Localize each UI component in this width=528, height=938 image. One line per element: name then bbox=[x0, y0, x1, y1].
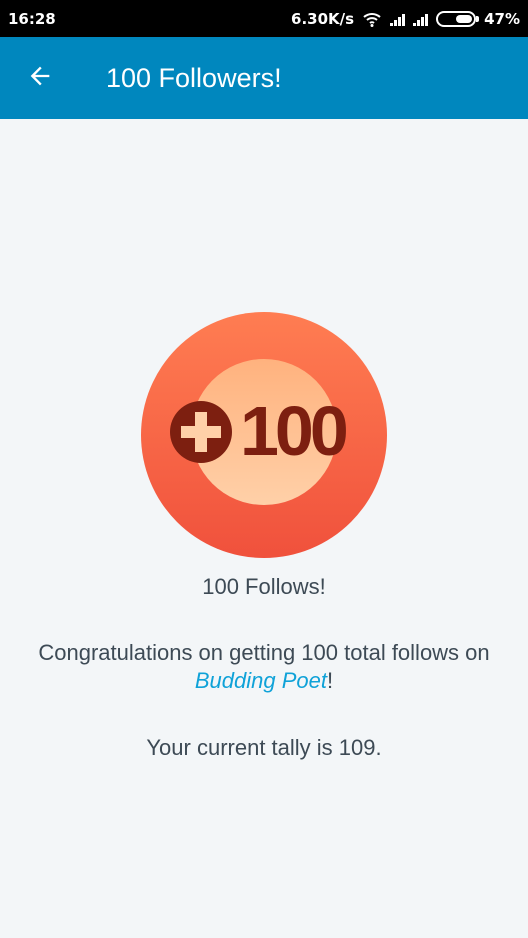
network-speed: 6.30K/s bbox=[291, 9, 355, 28]
app-bar: 100 Followers! bbox=[0, 37, 528, 119]
status-bar: 16:28 6.30K/s 47% bbox=[0, 0, 528, 37]
page-title: 100 Followers! bbox=[106, 62, 282, 93]
badge-number: 100 bbox=[240, 392, 349, 470]
wifi-icon bbox=[362, 11, 382, 27]
message-end: ! bbox=[326, 668, 334, 693]
badge-mark: 100 bbox=[168, 395, 362, 467]
achievement-message: Congratulations on getting 100 total fol… bbox=[20, 639, 508, 695]
status-indicators: 6.30K/s 47% bbox=[291, 10, 520, 28]
status-time: 16:28 bbox=[8, 9, 56, 28]
achievement-caption: 100 Follows! bbox=[202, 574, 326, 599]
achievement-badge: 100 bbox=[141, 312, 387, 558]
arrow-left-icon bbox=[26, 62, 54, 95]
signal-icon bbox=[390, 12, 406, 26]
signal-icon bbox=[413, 12, 429, 26]
battery-icon bbox=[436, 10, 480, 27]
message-text: Congratulations on getting 100 total fol… bbox=[38, 640, 490, 665]
achievement-content: 100 100 Follows! Congratulations on gett… bbox=[0, 119, 528, 938]
plus-circle-icon bbox=[168, 399, 234, 470]
battery-percent: 47% bbox=[484, 9, 520, 28]
site-link[interactable]: Budding Poet bbox=[195, 668, 327, 693]
back-button[interactable] bbox=[12, 50, 68, 106]
tally-text: Your current tally is 109. bbox=[146, 735, 382, 760]
